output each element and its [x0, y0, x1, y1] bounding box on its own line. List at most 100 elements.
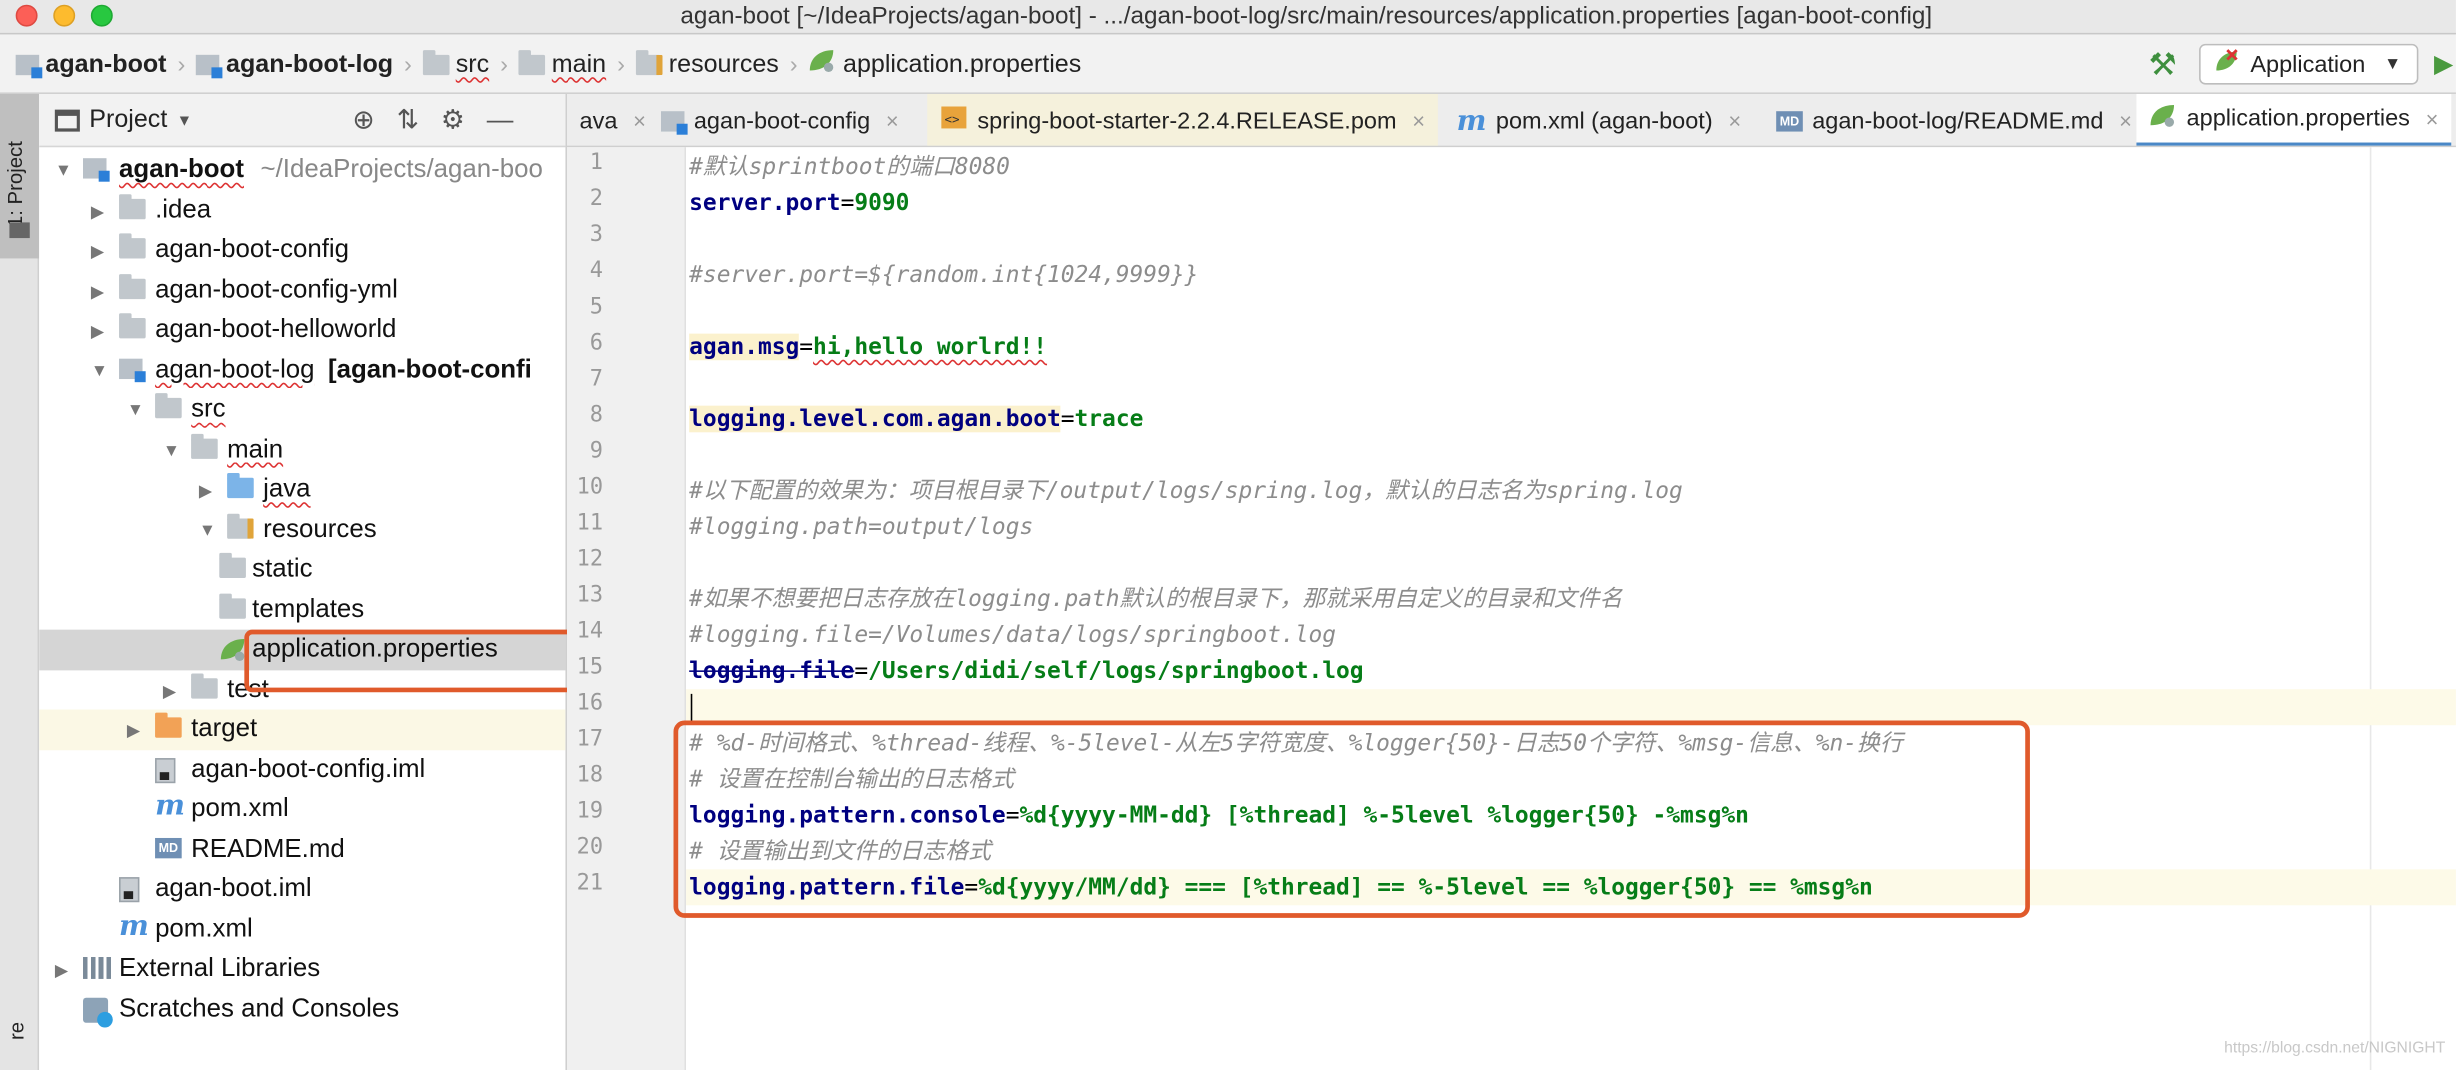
code-line[interactable]: logging.file=/Users/didi/self/logs/sprin…: [686, 653, 2456, 689]
collapsed-arrow-icon[interactable]: ▶: [91, 201, 110, 222]
code-line[interactable]: logging.pattern.console=%d{yyyy-MM-dd} […: [686, 797, 2456, 833]
code-line[interactable]: [686, 293, 2456, 329]
code-line[interactable]: # 设置输出到文件的日志格式: [686, 833, 2456, 869]
tree-item-test[interactable]: ▶ test: [39, 670, 565, 710]
code-line[interactable]: #logging.file=/Volumes/data/logs/springb…: [686, 617, 2456, 653]
tree-item-agan-boot[interactable]: ▼ agan-boot ~/IdeaProjects/agan-boo: [39, 150, 565, 190]
hide-panel-icon[interactable]: —: [487, 105, 514, 136]
tree-item-pom-xml[interactable]: m pom.xml: [39, 909, 565, 949]
expanded-arrow-icon[interactable]: ▼: [55, 161, 74, 180]
code-line[interactable]: [686, 689, 2456, 726]
code-line[interactable]: [686, 221, 2456, 257]
tab-agan-boot-config[interactable]: agan-boot-config ×: [648, 94, 911, 146]
collapse-all-icon[interactable]: ⇅: [397, 105, 419, 136]
close-tab-icon[interactable]: ×: [1412, 108, 1425, 133]
tree-item-java[interactable]: ▶ java: [39, 470, 565, 510]
project-tool-window-tab[interactable]: 1: Project: [0, 93, 40, 259]
code-line[interactable]: #如果不想要把日志存放在logging.path默认的根目录下，那就采用自定义的…: [686, 581, 2456, 617]
breadcrumb-item-resources[interactable]: resources ›: [635, 50, 809, 79]
tree-item-static[interactable]: static: [39, 550, 565, 590]
close-tab-icon[interactable]: ×: [633, 108, 646, 133]
tree-item-agan-boot-iml[interactable]: agan-boot.iml: [39, 869, 565, 909]
tree-item-readme-md[interactable]: MD README.md: [39, 829, 565, 869]
tree-item-agan-boot-log[interactable]: ▼ agan-boot-log [agan-boot-confi: [39, 350, 565, 390]
structure-tool-window-label[interactable]: re: [5, 1022, 28, 1040]
code-line[interactable]: #logging.path=output/logs: [686, 509, 2456, 545]
tree-item-application-properties[interactable]: application.properties: [39, 629, 566, 670]
breadcrumb-label: resources: [668, 50, 779, 78]
project-view-selector[interactable]: Project ▼: [54, 107, 192, 135]
tree-item-resources[interactable]: ▼ resources: [39, 510, 565, 550]
tree-item-target[interactable]: ▶ target: [39, 709, 566, 750]
tree-item-name: pom.xml: [155, 913, 253, 943]
tree-item-label: test: [227, 674, 269, 704]
expanded-arrow-icon[interactable]: ▼: [91, 361, 110, 380]
close-tab-icon[interactable]: ×: [2119, 108, 2132, 133]
module-icon: [119, 357, 146, 382]
tree-item-name: agan-boot-helloworld: [155, 314, 397, 344]
line-number: 19: [576, 798, 604, 824]
collapsed-arrow-icon[interactable]: ▶: [91, 241, 110, 262]
line-number: 16: [576, 690, 604, 716]
close-tab-icon[interactable]: ×: [2426, 106, 2439, 131]
tree-item-label: java: [263, 475, 310, 505]
tab-ava[interactable]: ava ×: [567, 94, 658, 146]
code-line[interactable]: agan.msg=hi,hello worlrd!!: [686, 329, 2456, 365]
project-panel-header: Project ▼ ⊕ ⇅ ⚙ —: [39, 93, 566, 148]
tree-item-external-libraries[interactable]: ▶ External Libraries: [39, 949, 565, 989]
line-number: 18: [576, 762, 604, 788]
tree-item-label: agan-boot.iml: [155, 874, 312, 904]
code-line[interactable]: #以下配置的效果为：项目根目录下/output/logs/spring.log，…: [686, 473, 2456, 509]
breadcrumb-item-src[interactable]: src ›: [422, 50, 519, 79]
tree-item-main[interactable]: ▼ main: [39, 430, 565, 470]
expanded-arrow-icon[interactable]: ▼: [163, 441, 182, 460]
tab-application-properties[interactable]: application.properties ×: [2136, 93, 2451, 146]
breadcrumb-item-application-properties[interactable]: application.properties: [809, 49, 1081, 82]
collapsed-arrow-icon[interactable]: ▶: [127, 720, 146, 741]
breadcrumb-item-agan-boot[interactable]: agan-boot ›: [15, 51, 197, 79]
code-line[interactable]: # 设置在控制台输出的日志格式: [686, 761, 2456, 797]
tree-item-agan-boot-helloworld[interactable]: ▶ agan-boot-helloworld: [39, 310, 565, 350]
collapsed-arrow-icon[interactable]: ▶: [91, 321, 110, 342]
maven-icon: m: [155, 789, 185, 823]
run-play-icon[interactable]: ▶: [2434, 49, 2456, 80]
close-tab-icon[interactable]: ×: [886, 108, 899, 133]
code-line[interactable]: server.port=9090: [686, 185, 2456, 221]
tab-agan-boot-log-readme-md[interactable]: MD agan-boot-log/README.md ×: [1764, 94, 2145, 146]
collapsed-arrow-icon[interactable]: ▶: [55, 960, 74, 981]
tree-item-agan-boot-config-iml[interactable]: agan-boot-config.iml: [39, 749, 565, 789]
breadcrumb-item-main[interactable]: main ›: [518, 50, 636, 79]
tree-item-pom-xml[interactable]: m pom.xml: [39, 789, 565, 829]
breadcrumb-separator-icon: ›: [500, 51, 508, 79]
tab-spring-boot-starter-2-2-4-release-pom[interactable]: <> spring-boot-starter-2.2.4.RELEASE.pom ×: [927, 93, 1438, 146]
code-line[interactable]: logging.level.com.agan.boot=trace: [686, 401, 2456, 437]
expanded-arrow-icon[interactable]: ▼: [127, 401, 146, 420]
collapsed-arrow-icon[interactable]: ▶: [163, 681, 182, 701]
code-line[interactable]: [686, 437, 2456, 473]
build-hammer-icon[interactable]: ⚒: [2142, 45, 2183, 84]
tree-item-scratches-and-consoles[interactable]: Scratches and Consoles: [39, 989, 565, 1029]
locate-target-icon[interactable]: ⊕: [352, 105, 374, 136]
expanded-arrow-icon[interactable]: ▼: [199, 521, 218, 540]
run-configuration-select[interactable]: Application ▼: [2198, 43, 2419, 85]
code-line[interactable]: #默认sprintboot的端口8080: [686, 149, 2456, 185]
tree-item-src[interactable]: ▼ src: [39, 390, 565, 430]
code-line[interactable]: # %d-时间格式、%thread-线程、%-5level-从左5字符宽度、%l…: [686, 725, 2456, 761]
code-line[interactable]: [686, 545, 2456, 581]
tree-item-agan-boot-config[interactable]: ▶ agan-boot-config: [39, 230, 565, 270]
tree-item-name: agan-boot-config: [155, 234, 350, 264]
collapsed-arrow-icon[interactable]: ▶: [91, 281, 110, 302]
code-line[interactable]: [686, 365, 2456, 401]
collapsed-arrow-icon[interactable]: ▶: [199, 481, 218, 501]
code-editor[interactable]: #默认sprintboot的端口8080 server.port=9090 #ser…: [686, 147, 2456, 1070]
tree-item-agan-boot-config-yml[interactable]: ▶ agan-boot-config-yml: [39, 270, 565, 310]
breadcrumb-item-agan-boot-log[interactable]: agan-boot-log ›: [196, 51, 423, 79]
tree-item--idea[interactable]: ▶ .idea: [39, 190, 565, 230]
code-line[interactable]: logging.pattern.file=%d{yyyy/MM/dd} === …: [686, 869, 2456, 906]
tree-item-label: agan-boot-config-yml: [155, 275, 398, 305]
tree-item-templates[interactable]: templates: [39, 590, 565, 630]
gear-icon[interactable]: ⚙: [441, 105, 465, 136]
tab-pom-xml-agan-boot-[interactable]: m pom.xml (agan-boot) ×: [1444, 94, 1754, 146]
code-line[interactable]: #server.port=${random.int{1024,9999}}: [686, 257, 2456, 293]
close-tab-icon[interactable]: ×: [1728, 108, 1741, 133]
